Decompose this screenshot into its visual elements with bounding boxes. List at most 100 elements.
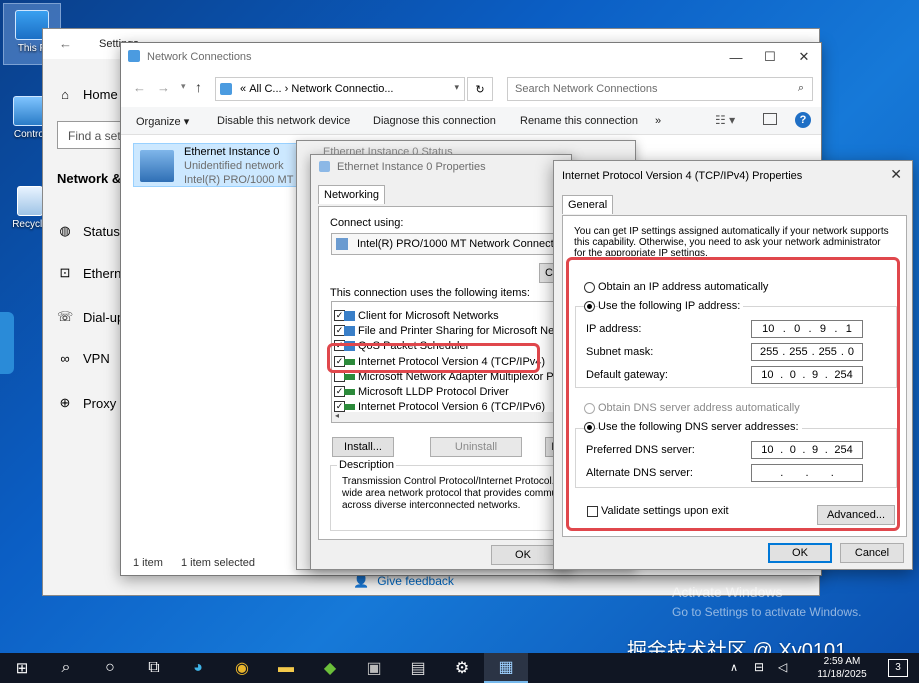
search-placeholder: Search Network Connections <box>515 83 658 95</box>
globe-icon: ◍ <box>59 223 71 238</box>
scroll-left-icon[interactable]: ◂ <box>335 411 339 420</box>
side-handle[interactable] <box>0 312 14 374</box>
intro-line: this capability. Otherwise, you need to … <box>574 237 881 248</box>
search-button[interactable]: ⌕ <box>44 653 88 683</box>
chevron-up-icon[interactable]: ∧ <box>730 661 738 674</box>
breadcrumb-separator: › <box>284 83 289 95</box>
cortana-button[interactable]: ○ <box>88 653 132 683</box>
networking-tab-panel: Connect using: Intel(R) PRO/1000 MT Netw… <box>318 206 568 540</box>
edge-icon: ◕ <box>193 659 203 676</box>
clock-time: 2:59 AM <box>823 656 861 667</box>
clock[interactable]: 2:59 AM 11/18/2025 <box>812 655 872 681</box>
close-icon[interactable]: ✕ <box>787 43 821 71</box>
search-input[interactable]: Search Network Connections ⌕ <box>507 77 813 101</box>
list-item-label: File and Printer Sharing for Microsoft N… <box>358 325 567 337</box>
client-icon <box>344 311 355 321</box>
network-tray-icon[interactable]: ⊟ <box>754 660 764 674</box>
lock-icon: ▣ <box>366 660 382 677</box>
recent-chevron-icon[interactable]: ▾ <box>181 81 186 92</box>
eth-props-title: Ethernet Instance 0 Properties <box>337 161 486 173</box>
control-panel-icon <box>220 83 232 95</box>
tab-networking[interactable]: Networking <box>318 185 386 204</box>
settings-item-status[interactable]: ◍ Status <box>57 223 120 239</box>
breadcrumb-all[interactable]: All C... <box>249 83 281 95</box>
taskbar-chrome[interactable]: ◉ <box>220 653 264 683</box>
taskbar-app-green[interactable]: ◆ <box>308 653 352 683</box>
list-item[interactable]: ✓ File and Printer Sharing for Microsoft … <box>332 323 567 339</box>
ethernet-icon: ⊡ <box>59 265 71 280</box>
refresh-icon: ↻ <box>475 83 485 96</box>
settings-home-label: Home <box>83 87 118 102</box>
refresh-button[interactable]: ↻ <box>467 77 493 101</box>
activate-windows-subtitle: Go to Settings to activate Windows. <box>672 605 862 619</box>
settings-item-proxy[interactable]: ⊕ Proxy <box>57 395 117 411</box>
organize-menu[interactable]: Organize ▾ <box>136 115 189 128</box>
settings-section-title: Network & <box>57 171 122 186</box>
taskbar-app-terminal[interactable]: ▤ <box>396 653 440 683</box>
install-button[interactable]: Install... <box>332 437 394 457</box>
rename-button[interactable]: Rename this connection <box>520 115 638 127</box>
more-commands-button[interactable]: » <box>655 115 661 127</box>
adapter-ethernet-instance-0[interactable]: Ethernet Instance 0 Unidentified network… <box>133 143 305 187</box>
settings-item-label: Proxy <box>83 395 117 411</box>
volume-icon[interactable]: ◁ <box>778 660 787 674</box>
protocol-icon <box>344 374 355 380</box>
recycle-bin-icon <box>17 186 43 216</box>
description-line: Transmission Control Protocol/Internet P… <box>342 476 564 487</box>
start-button[interactable]: ⊞ <box>0 653 44 683</box>
tab-general[interactable]: General <box>562 195 614 214</box>
settings-item-label: VPN <box>83 351 110 366</box>
items-label: This connection uses the following items… <box>330 287 530 299</box>
forward-icon[interactable]: → <box>157 80 170 95</box>
ethernet-properties-window: Ethernet Instance 0 Properties Networkin… <box>310 154 572 570</box>
intro-line: You can get IP settings assigned automat… <box>574 226 889 237</box>
ipv4-properties-dialog: Internet Protocol Version 4 (TCP/IPv4) P… <box>553 160 913 570</box>
settings-item-dialup[interactable]: ☏ Dial-up <box>57 309 124 325</box>
notification-center-button[interactable]: 3 <box>888 659 908 677</box>
taskbar-file-explorer[interactable]: ▬ <box>264 653 308 683</box>
list-item[interactable]: ✓ Microsoft LLDP Protocol Driver <box>332 384 566 400</box>
taskbar-app-lock[interactable]: ▣ <box>352 653 396 683</box>
chevron-down-icon[interactable]: ▾ <box>454 82 459 93</box>
view-options-icon[interactable]: ☷ ▾ <box>715 113 735 127</box>
taskbar-settings[interactable]: ⚙ <box>440 653 484 683</box>
close-icon[interactable]: ✕ <box>890 166 902 183</box>
list-item[interactable]: ✓ Client for Microsoft Networks <box>332 308 566 324</box>
cortana-icon: ○ <box>105 659 115 676</box>
ipv4-cancel-button[interactable]: Cancel <box>840 543 904 563</box>
minimize-icon[interactable]: — <box>719 43 753 71</box>
preview-pane-icon[interactable] <box>763 113 777 125</box>
vpn-icon: ∞ <box>60 351 70 366</box>
settings-item-label: Status <box>83 223 120 239</box>
address-breadcrumb[interactable]: « All C... › Network Connectio... ▾ <box>215 77 465 101</box>
description-text: Transmission Control Protocol/Internet P… <box>342 476 564 512</box>
horizontal-scrollbar[interactable]: ◂ <box>332 411 566 422</box>
help-icon[interactable]: ? <box>795 112 811 128</box>
network-window-icon: ▦ <box>498 659 514 676</box>
network-adapter-icon <box>140 150 174 182</box>
terminal-icon: ▤ <box>410 660 426 677</box>
settings-item-ethernet[interactable]: ⊡ Ethern <box>57 265 122 281</box>
dialup-icon: ☏ <box>57 309 74 324</box>
taskbar-edge[interactable]: ◕ <box>176 653 220 683</box>
desktop: { "desktop": { "icons": [ {"label": "Thi… <box>0 0 919 683</box>
settings-home[interactable]: ⌂ Home <box>57 87 118 102</box>
back-icon[interactable]: ← <box>133 80 146 95</box>
gear-icon: ⚙ <box>454 660 470 677</box>
taskbar-network-connections[interactable]: ▦ <box>484 653 528 683</box>
maximize-icon[interactable]: ☐ <box>753 43 787 71</box>
task-view-button[interactable]: ⧉ <box>132 653 176 683</box>
give-feedback-label: Give feedback <box>377 574 454 588</box>
netconn-title: Network Connections <box>147 51 252 63</box>
back-arrow-icon[interactable]: ← <box>59 36 72 51</box>
disable-device-button[interactable]: Disable this network device <box>217 115 350 127</box>
up-arrow-icon[interactable]: ↑ <box>195 79 202 95</box>
breadcrumb-current[interactable]: Network Connectio... <box>291 83 393 95</box>
eth-ok-button[interactable]: OK <box>491 545 555 565</box>
settings-item-vpn[interactable]: ∞ VPN <box>57 351 110 366</box>
ipv4-ok-button[interactable]: OK <box>768 543 832 563</box>
uninstall-button[interactable]: Uninstall <box>430 437 522 457</box>
diagnose-button[interactable]: Diagnose this connection <box>373 115 496 127</box>
settings-item-label: Ethern <box>83 265 122 281</box>
breadcrumb-overflow[interactable]: « <box>240 83 246 95</box>
